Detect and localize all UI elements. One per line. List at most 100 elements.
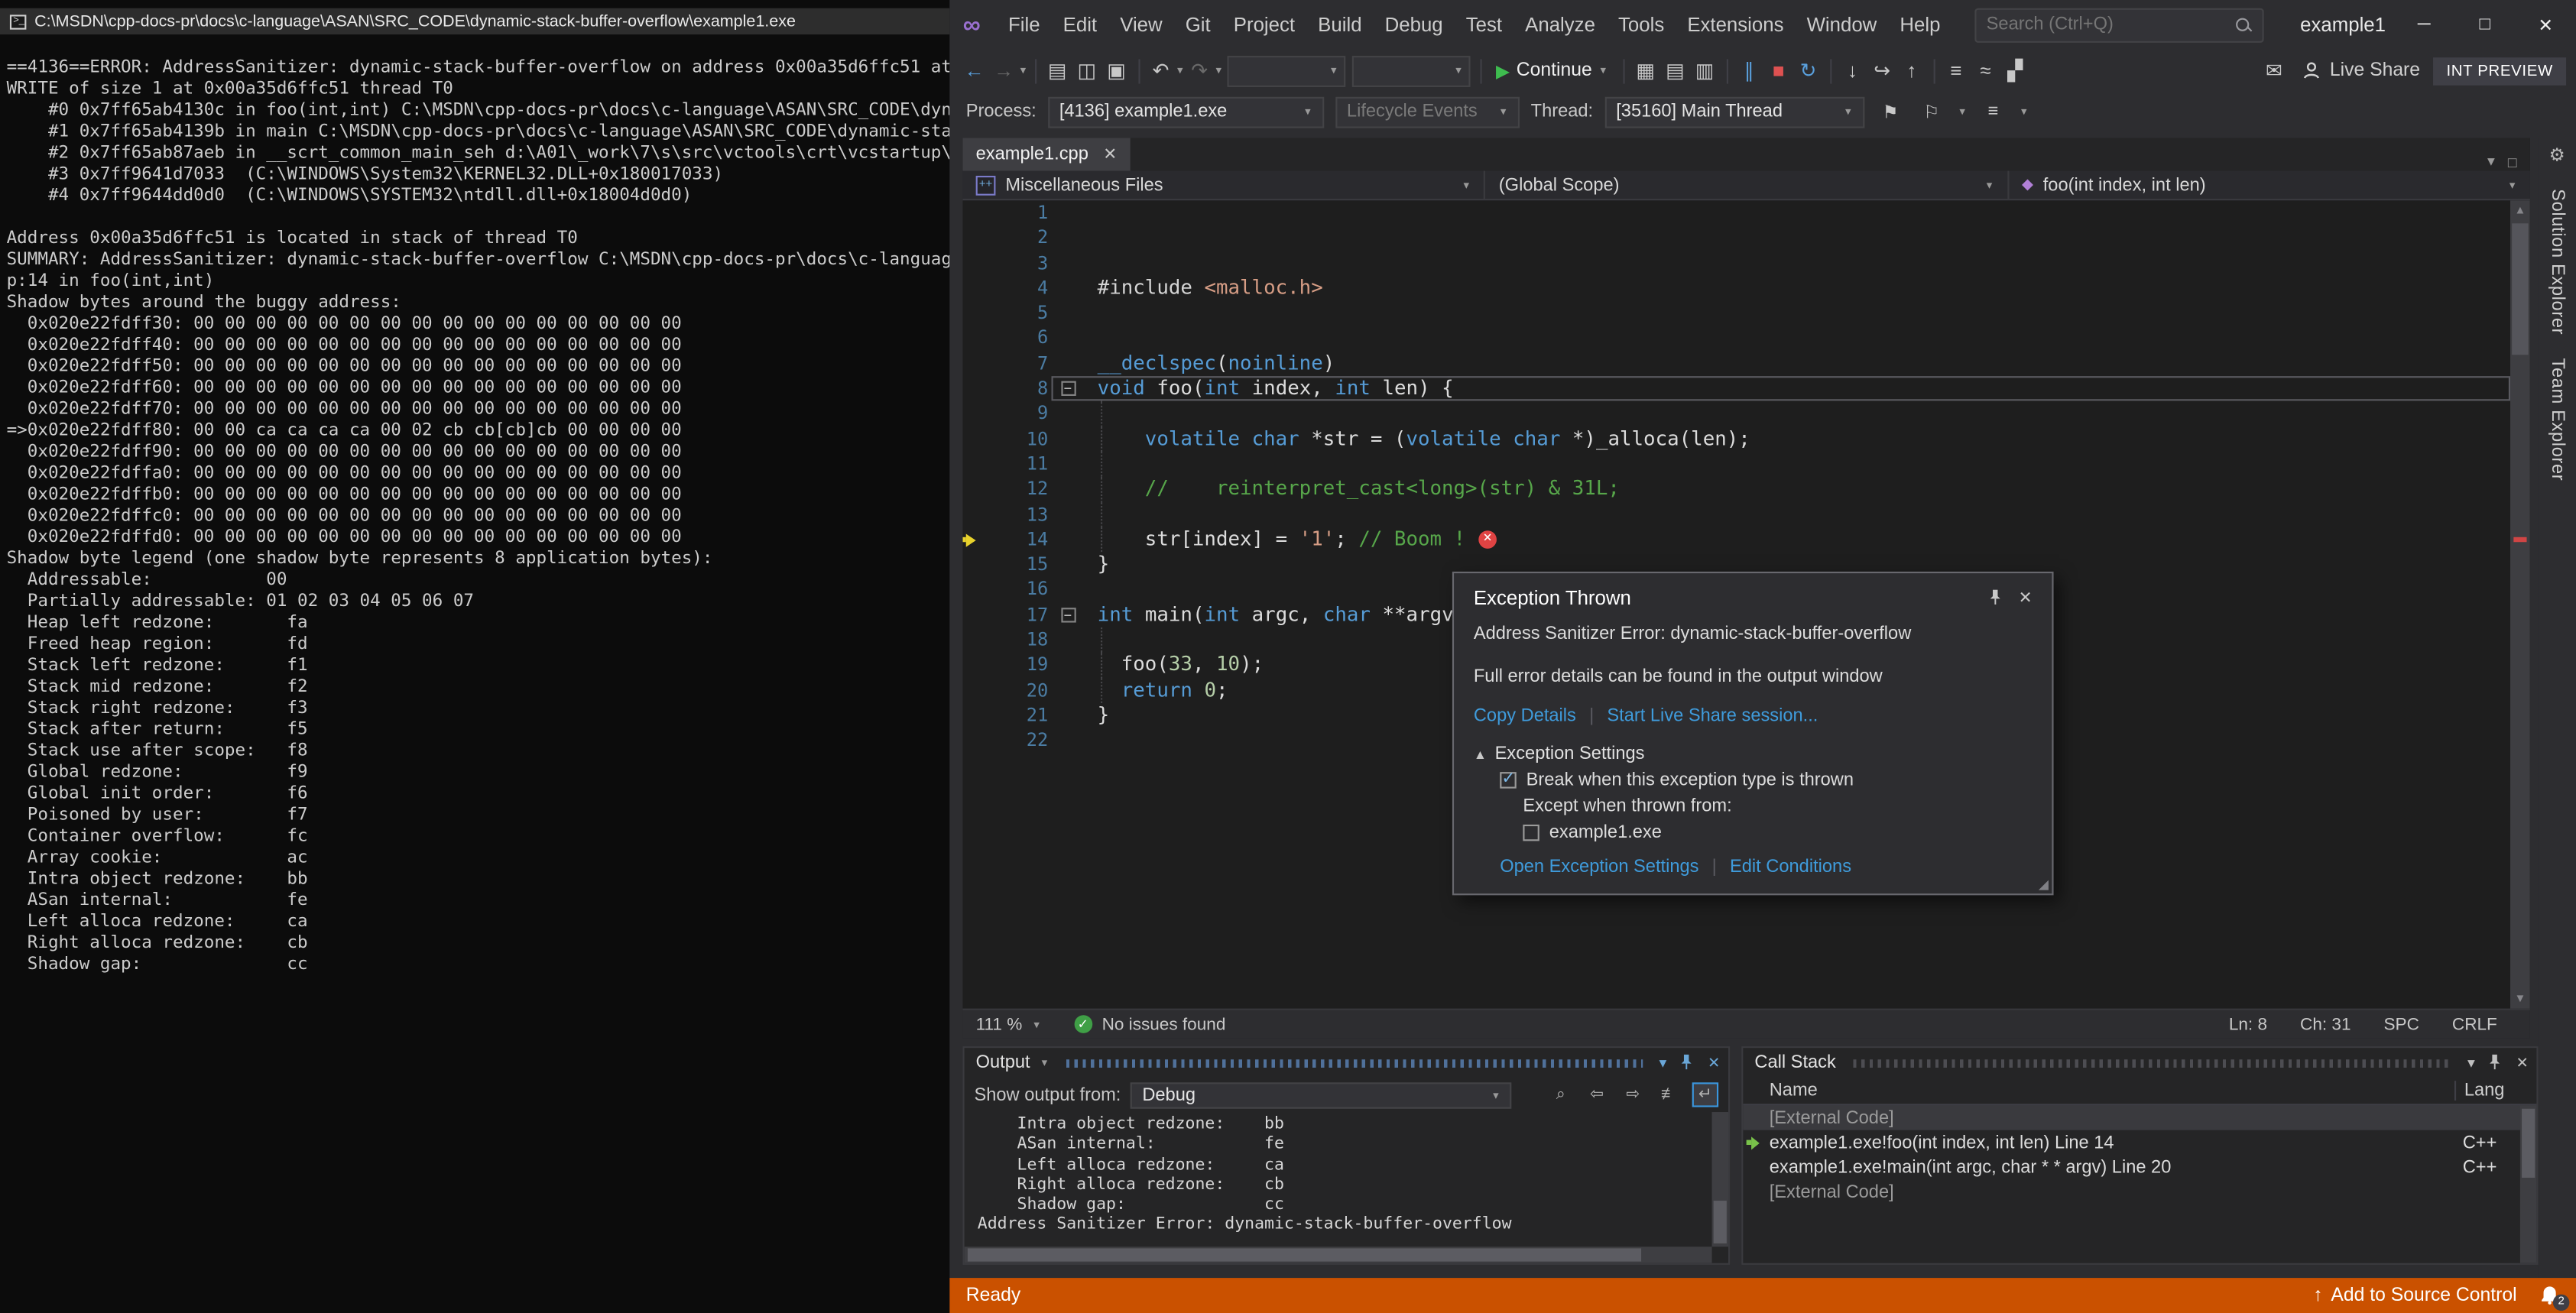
menu-item-debug[interactable]: Debug — [1374, 8, 1455, 41]
scope-dropdown[interactable]: (Global Scope)▾ — [1486, 171, 2009, 199]
continue-caret-icon[interactable]: ▾ — [1598, 64, 1608, 77]
menu-item-window[interactable]: Window — [1796, 8, 1889, 41]
output-drag-grip[interactable] — [1066, 1059, 1643, 1067]
notifications-button[interactable]: 2 — [2540, 1285, 2560, 1306]
expander-icon[interactable]: ▲ — [1474, 747, 1487, 761]
module-checkbox[interactable] — [1523, 825, 1539, 841]
output-close-icon[interactable]: ✕ — [1708, 1054, 1720, 1072]
flag-threads-icon[interactable]: ⚑ — [1876, 96, 1906, 128]
memory-icon[interactable]: ▥ — [1690, 54, 1720, 87]
navigate-forward-icon[interactable]: → — [989, 54, 1019, 87]
step-into-icon[interactable]: ↓ — [1838, 54, 1867, 87]
code-line[interactable]: 11 — [962, 452, 2529, 477]
profiler-icon[interactable]: ▞ — [2000, 54, 2030, 87]
next-message-icon[interactable]: ⇨ — [1620, 1082, 1646, 1107]
output-window-position-icon[interactable]: ▾ — [1659, 1054, 1667, 1072]
zoom-level[interactable]: 111 % — [976, 1014, 1023, 1034]
navigate-caret-icon[interactable]: ▾ — [1019, 64, 1028, 77]
stack-frame-icon[interactable]: ≡ — [1978, 96, 2008, 128]
menu-item-project[interactable]: Project — [1222, 8, 1306, 41]
member-dropdown[interactable]: ◆ foo(int index, int len)▾ — [2009, 171, 2530, 199]
callstack-window-position-icon[interactable]: ▾ — [2467, 1054, 2475, 1072]
callstack-titlebar[interactable]: Call Stack ▾ ✕ — [1743, 1048, 2536, 1078]
callstack-row[interactable]: example1.exe!foo(int index, int len) Lin… — [1743, 1130, 2536, 1155]
callstack-pin-icon[interactable] — [2488, 1055, 2503, 1071]
undo-caret-icon[interactable]: ▾ — [1176, 64, 1185, 77]
tool-tab-team-explorer[interactable]: Team Explorer — [2547, 358, 2567, 481]
quick-search[interactable] — [1975, 8, 2264, 42]
code-line[interactable]: 6 — [962, 326, 2529, 352]
code-line[interactable]: 7__declspec(noinline) — [962, 351, 2529, 376]
tool-tab-solution-explorer[interactable]: Solution Explorer — [2547, 189, 2567, 335]
code-line[interactable]: 5 — [962, 301, 2529, 326]
code-line[interactable]: 3 — [962, 251, 2529, 276]
callstack-row[interactable]: [External Code] — [1743, 1105, 2536, 1130]
callstack-vscrollbar[interactable] — [2520, 1105, 2536, 1263]
spaces-indicator[interactable]: SPC — [2383, 1014, 2419, 1034]
open-exception-settings-link[interactable]: Open Exception Settings — [1500, 858, 1698, 877]
redo-icon[interactable]: ↷ — [1185, 54, 1215, 87]
output-titlebar[interactable]: Output ▾ ▾ ✕ — [965, 1048, 1728, 1078]
menu-item-test[interactable]: Test — [1455, 8, 1513, 41]
menu-item-help[interactable]: Help — [1888, 8, 1951, 41]
start-live-share-link[interactable]: Start Live Share session... — [1607, 706, 1818, 726]
code-line[interactable]: 12 // reinterpret_cast<long>(str) & 31L; — [962, 477, 2529, 502]
pin-icon[interactable] — [1987, 588, 2002, 605]
callstack-close-icon[interactable]: ✕ — [2516, 1054, 2528, 1072]
unflag-threads-icon[interactable]: ⚐ — [1917, 96, 1947, 128]
menu-item-view[interactable]: View — [1108, 8, 1174, 41]
immediate-window-icon[interactable]: ≡ — [1941, 54, 1971, 87]
lifecycle-events-dropdown[interactable]: Lifecycle Events▾ — [1335, 96, 1520, 128]
platform-dropdown[interactable]: ▾ — [1351, 55, 1470, 86]
maximize-button[interactable]: □ — [2454, 0, 2516, 49]
console-titlebar[interactable]: >_ C:\MSDN\cpp-docs-pr\docs\c-language\A… — [0, 8, 949, 34]
step-out-icon[interactable]: ↑ — [1896, 54, 1926, 87]
output-menu-caret-icon[interactable]: ▾ — [1040, 1056, 1050, 1069]
callstack-row[interactable]: [External Code] — [1743, 1179, 2536, 1204]
continue-button[interactable]: ▶ Continue ▾ — [1488, 54, 1616, 87]
flag-caret-icon[interactable]: ▾ — [1958, 105, 1967, 118]
edit-conditions-link[interactable]: Edit Conditions — [1730, 858, 1851, 877]
configuration-dropdown[interactable]: ▾ — [1227, 55, 1345, 86]
code-line[interactable]: 10 volatile char *str = (volatile char *… — [962, 426, 2529, 452]
eol-indicator[interactable]: CRLF — [2452, 1014, 2497, 1034]
save-icon[interactable]: ◫ — [1072, 54, 1101, 87]
new-file-icon[interactable]: ▤ — [1043, 54, 1072, 87]
fold-collapse-icon[interactable]: − — [1060, 608, 1075, 622]
clear-all-icon[interactable]: ≢ — [1656, 1082, 1682, 1107]
output-hscrollbar[interactable] — [965, 1247, 1712, 1263]
undo-icon[interactable]: ↶ — [1146, 54, 1176, 87]
code-line[interactable]: 9 — [962, 401, 2529, 426]
thread-dropdown[interactable]: [35160] Main Thread▾ — [1604, 96, 1864, 128]
stack-frame-caret-icon[interactable]: ▾ — [2020, 105, 2029, 118]
stop-debugging-icon[interactable]: ■ — [1763, 54, 1793, 87]
send-feedback-icon[interactable]: ✉ — [2259, 54, 2289, 87]
diagnostics-icon[interactable]: ▦ — [1630, 54, 1660, 87]
live-share-button[interactable]: Live Share — [2302, 61, 2420, 81]
navigate-back-icon[interactable]: ← — [959, 54, 989, 87]
menu-item-git[interactable]: Git — [1174, 8, 1222, 41]
close-button[interactable]: ✕ — [2515, 0, 2576, 49]
restart-icon[interactable]: ↻ — [1793, 54, 1823, 87]
scrollbar-thumb[interactable] — [2512, 223, 2528, 355]
fold-collapse-icon[interactable]: − — [1060, 381, 1075, 396]
column-name[interactable]: Name — [1743, 1081, 2454, 1101]
exception-settings-header[interactable]: Exception Settings — [1495, 744, 1645, 764]
events-icon[interactable]: ▤ — [1660, 54, 1690, 87]
menu-item-file[interactable]: File — [997, 8, 1052, 41]
output-pin-icon[interactable] — [1679, 1055, 1694, 1071]
code-line[interactable]: 14 str[index] = '1'; // Boom !× — [962, 527, 2529, 553]
process-dropdown[interactable]: [4136] example1.exe▾ — [1048, 96, 1324, 128]
menu-item-analyze[interactable]: Analyze — [1513, 8, 1607, 41]
active-files-chevron-icon[interactable]: ▾ — [2487, 153, 2495, 171]
word-wrap-icon[interactable]: ↵ — [1692, 1082, 1718, 1107]
code-line[interactable]: 1 — [962, 200, 2529, 225]
project-dropdown[interactable]: ++ Miscellaneous Files▾ — [962, 171, 1485, 199]
code-line[interactable]: 2 — [962, 225, 2529, 251]
popup-close-icon[interactable]: ✕ — [2019, 588, 2033, 607]
add-to-source-control-button[interactable]: ↑ Add to Source Control — [2313, 1285, 2516, 1305]
editor-scrollbar[interactable]: ▲ ▼ — [2510, 200, 2530, 1008]
watch-window-icon[interactable]: ≈ — [1971, 54, 2000, 87]
break-all-icon[interactable]: ∥ — [1734, 54, 1764, 87]
code-line[interactable]: 4#include <malloc.h> — [962, 276, 2529, 301]
